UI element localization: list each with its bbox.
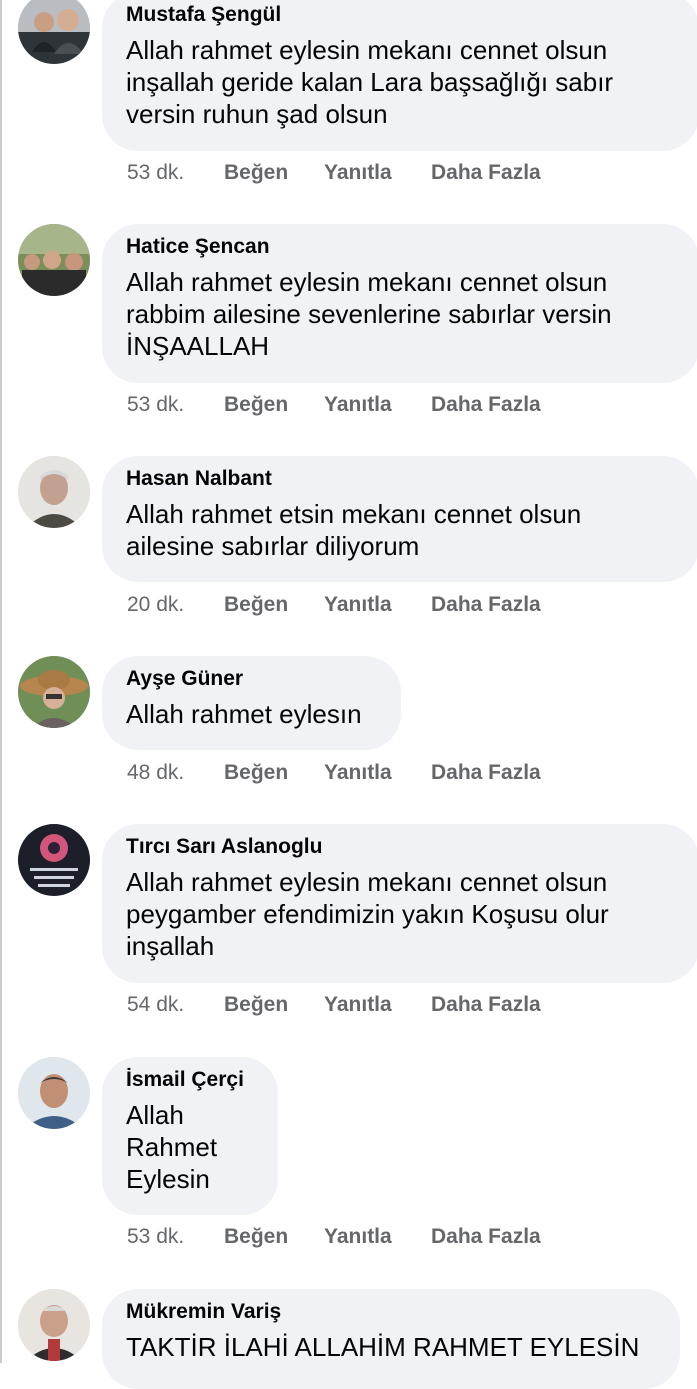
comment-text: Allah rahmet etsin mekanı cennet olsun a… xyxy=(126,499,582,561)
more-button[interactable]: Daha Fazla xyxy=(431,992,541,1018)
comment-actions: 53 dk. Beğen Yanıtla Daha Fazla xyxy=(127,392,541,418)
reply-button[interactable]: Yanıtla xyxy=(324,992,431,1018)
like-button[interactable]: Beğen xyxy=(224,1224,324,1250)
comment-bubble: Tırcı Sarı Aslanoglu Allah rahmet eylesi… xyxy=(102,824,697,983)
more-button[interactable]: Daha Fazla xyxy=(431,392,541,418)
avatar[interactable] xyxy=(18,224,90,296)
like-button[interactable]: Beğen xyxy=(224,992,324,1018)
comment-author[interactable]: Ayşe Güner xyxy=(126,666,377,692)
more-button[interactable]: Daha Fazla xyxy=(431,592,541,618)
avatar-photo-icon xyxy=(18,0,90,64)
comment-author[interactable]: Hatice Şencan xyxy=(126,234,675,260)
avatar[interactable] xyxy=(18,0,90,64)
like-button[interactable]: Beğen xyxy=(224,760,324,786)
comment-actions: 48 dk. Beğen Yanıtla Daha Fazla xyxy=(127,760,541,786)
comment-text: Allah rahmet eylesin mekanı cennet olsun… xyxy=(126,267,612,361)
comment-author[interactable]: Tırcı Sarı Aslanoglu xyxy=(126,834,675,860)
comment-text: Allah rahmet eylesin mekanı cennet olsun… xyxy=(126,35,614,129)
avatar[interactable] xyxy=(18,456,90,528)
avatar[interactable] xyxy=(18,1057,90,1129)
reply-button[interactable]: Yanıtla xyxy=(324,160,431,186)
avatar-photo-icon xyxy=(18,1289,90,1361)
like-button[interactable]: Beğen xyxy=(224,160,324,186)
avatar[interactable] xyxy=(18,824,90,896)
comment-bubble: Hasan Nalbant Allah rahmet etsin mekanı … xyxy=(102,456,697,582)
comment-actions: 54 dk. Beğen Yanıtla Daha Fazla xyxy=(127,992,541,1018)
comment-text: Allah Rahmet Eylesin xyxy=(126,1100,218,1194)
reply-button[interactable]: Yanıtla xyxy=(324,760,431,786)
avatar-photo-icon xyxy=(18,456,90,528)
avatar-photo-icon xyxy=(18,824,90,896)
comment-text: TAKTİR İLAHİ ALLAHİM RAHMET EYLESİN xyxy=(126,1332,640,1362)
comment-timestamp[interactable]: 53 dk. xyxy=(127,392,224,418)
comment-author[interactable]: İsmail Çerçi xyxy=(126,1067,254,1093)
comment-text: Allah rahmet eylesın xyxy=(126,699,362,729)
avatar[interactable] xyxy=(18,656,90,728)
reply-button[interactable]: Yanıtla xyxy=(324,1224,431,1250)
comment-text: Allah rahmet eylesin mekanı cennet olsun… xyxy=(126,867,609,961)
comment-author[interactable]: Mustafa Şengül xyxy=(126,2,675,28)
comment-timestamp[interactable]: 48 dk. xyxy=(127,760,224,786)
comment-actions: 53 dk. Beğen Yanıtla Daha Fazla xyxy=(127,1224,541,1250)
more-button[interactable]: Daha Fazla xyxy=(431,1224,541,1250)
comment-bubble: İsmail Çerçi Allah Rahmet Eylesin xyxy=(102,1057,278,1215)
comment-bubble: Ayşe Güner Allah rahmet eylesın xyxy=(102,656,401,750)
comment-author[interactable]: Mükremin Variş xyxy=(126,1299,656,1325)
comment-timestamp[interactable]: 54 dk. xyxy=(127,992,224,1018)
comment-author[interactable]: Hasan Nalbant xyxy=(126,466,675,492)
more-button[interactable]: Daha Fazla xyxy=(431,160,541,186)
comment-bubble: Mustafa Şengül Allah rahmet eylesin meka… xyxy=(102,0,697,151)
reply-button[interactable]: Yanıtla xyxy=(324,592,431,618)
like-button[interactable]: Beğen xyxy=(224,392,324,418)
comment-actions: 20 dk. Beğen Yanıtla Daha Fazla xyxy=(127,592,541,618)
like-button[interactable]: Beğen xyxy=(224,592,324,618)
avatar-photo-icon xyxy=(18,1057,90,1129)
comment-timestamp[interactable]: 20 dk. xyxy=(127,592,224,618)
comment-timestamp[interactable]: 53 dk. xyxy=(127,160,224,186)
avatar[interactable] xyxy=(18,1289,90,1361)
comment-bubble: Mükremin Variş TAKTİR İLAHİ ALLAHİM RAHM… xyxy=(102,1289,680,1389)
avatar-photo-icon xyxy=(18,656,90,728)
comment-actions: 53 dk. Beğen Yanıtla Daha Fazla xyxy=(127,160,541,186)
avatar-photo-icon xyxy=(18,224,90,296)
more-button[interactable]: Daha Fazla xyxy=(431,760,541,786)
comment-timestamp[interactable]: 53 dk. xyxy=(127,1224,224,1250)
reply-button[interactable]: Yanıtla xyxy=(324,392,431,418)
comment-bubble: Hatice Şencan Allah rahmet eylesin mekan… xyxy=(102,224,697,383)
